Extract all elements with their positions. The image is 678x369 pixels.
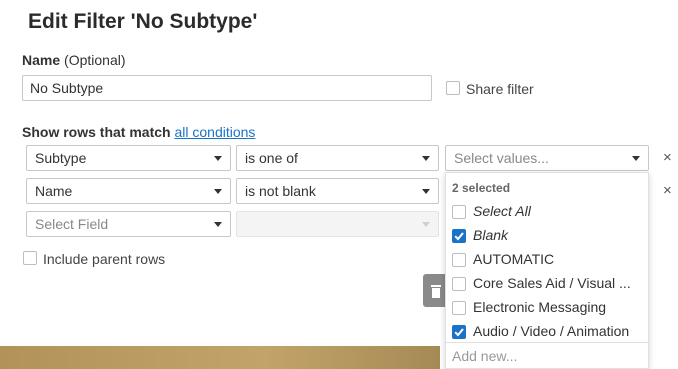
delete-button[interactable]: [423, 274, 445, 307]
operator-select-is-not-blank[interactable]: is not blank: [236, 178, 439, 204]
option-label: Select All: [473, 203, 531, 219]
option-checkbox[interactable]: [452, 253, 466, 267]
option-checkbox[interactable]: [452, 301, 466, 315]
operator-select-value: is not blank: [245, 183, 316, 199]
match-label: Show rows that match all conditions: [22, 124, 255, 140]
option-checkbox[interactable]: [452, 229, 466, 243]
name-label-text: Name: [22, 52, 61, 68]
values-select-placeholder: Select values...: [454, 150, 549, 166]
field-select-value: Name: [35, 183, 73, 199]
operator-select-disabled: [236, 211, 439, 237]
option-core-sales-aid[interactable]: Core Sales Aid / Visual ...: [452, 273, 648, 297]
chevron-down-icon: [422, 189, 430, 194]
chevron-down-icon: [214, 222, 222, 227]
operator-select-is-one-of[interactable]: is one of: [236, 145, 439, 171]
chevron-down-icon: [422, 222, 430, 227]
option-checkbox[interactable]: [452, 325, 466, 339]
remove-condition-1-icon[interactable]: ×: [663, 149, 672, 166]
dialog-title: Edit Filter 'No Subtype': [28, 10, 258, 33]
field-select-subtype[interactable]: Subtype: [26, 145, 231, 171]
option-label: AUTOMATIC: [473, 251, 555, 267]
include-parent-label: Include parent rows: [43, 251, 166, 267]
field-select-name[interactable]: Name: [26, 178, 231, 204]
chevron-down-icon: [214, 156, 222, 161]
include-parent-checkbox[interactable]: [23, 251, 37, 265]
chevron-down-icon: [422, 156, 430, 161]
option-select-all[interactable]: Select All: [452, 201, 648, 225]
name-input[interactable]: No Subtype: [22, 75, 432, 101]
name-optional-hint: (Optional): [64, 52, 126, 68]
share-filter-label: Share filter: [466, 81, 534, 97]
option-electronic-messaging[interactable]: Electronic Messaging: [452, 297, 648, 321]
name-label: Name (Optional): [22, 52, 126, 68]
chevron-down-icon: [632, 156, 640, 161]
background-strip: [0, 346, 440, 369]
option-checkbox[interactable]: [452, 205, 466, 219]
field-select-value: Subtype: [35, 150, 87, 166]
check-icon: [454, 328, 464, 337]
option-automatic[interactable]: AUTOMATIC: [452, 249, 648, 273]
all-conditions-link[interactable]: all conditions: [174, 124, 255, 140]
operator-select-value: is one of: [245, 150, 298, 166]
field-select-empty[interactable]: Select Field: [26, 211, 231, 237]
chevron-down-icon: [214, 189, 222, 194]
match-prefix: Show rows that match: [22, 124, 171, 140]
option-label: Core Sales Aid / Visual ...: [473, 275, 631, 291]
option-label: Audio / Video / Animation: [473, 323, 630, 339]
share-filter-checkbox[interactable]: [446, 81, 460, 95]
option-blank[interactable]: Blank: [452, 225, 648, 249]
remove-condition-2-icon[interactable]: ×: [663, 182, 672, 199]
option-label: Electronic Messaging: [473, 299, 607, 315]
check-icon: [454, 232, 464, 241]
option-label: Blank: [473, 227, 509, 243]
values-select[interactable]: Select values...: [445, 145, 649, 171]
trash-icon: [431, 285, 441, 298]
selected-count: 2 selected: [452, 181, 511, 195]
add-new-value-input[interactable]: Add new...: [446, 342, 648, 368]
values-dropdown: 2 selected Select All Blank AUTOMATIC Co…: [445, 172, 649, 369]
field-select-placeholder: Select Field: [35, 216, 109, 232]
option-checkbox[interactable]: [452, 277, 466, 291]
